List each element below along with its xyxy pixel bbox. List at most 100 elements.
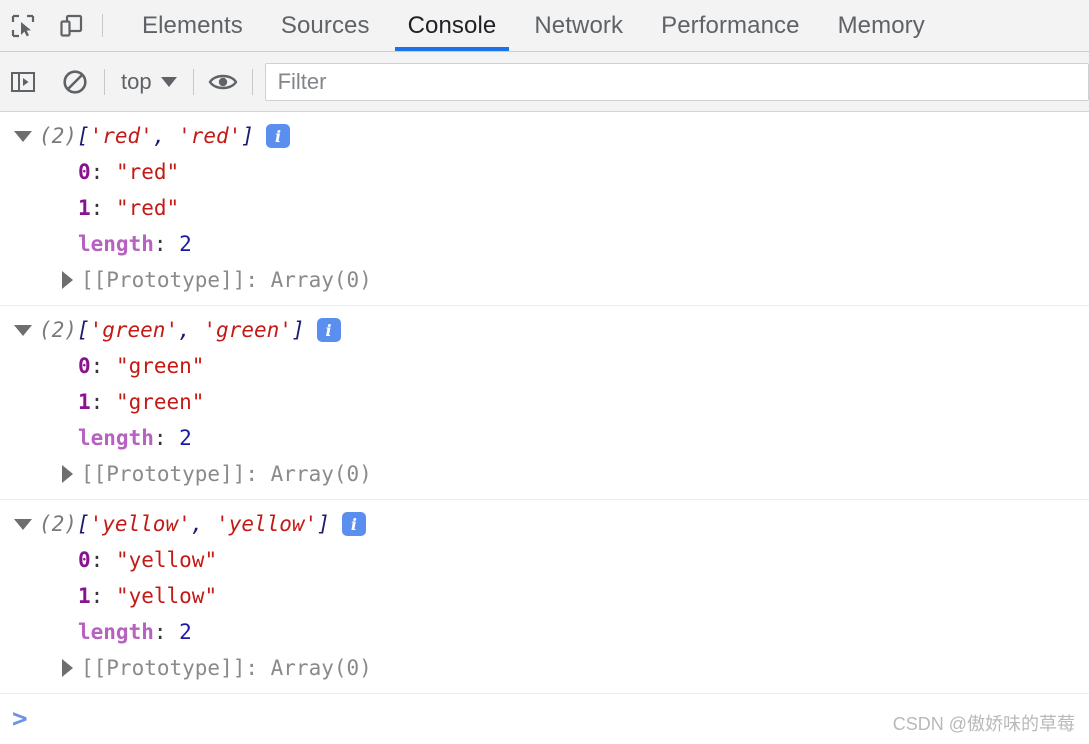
filter-placeholder: Filter <box>277 68 327 94</box>
array-count: (2) <box>39 124 77 148</box>
preview-separator: , <box>190 512 217 536</box>
prototype-row[interactable]: [[Prototype]]: Array(0) <box>0 650 1089 686</box>
array-count: (2) <box>39 318 77 342</box>
tab-sources[interactable]: Sources <box>262 0 389 51</box>
array-length-row: length : 2 <box>0 614 1089 650</box>
toolbar-divider-2 <box>192 68 194 95</box>
prototype-row[interactable]: [[Prototype]]: Array(0) <box>0 262 1089 298</box>
array-preview-row[interactable]: (2) [ 'green' , 'green' ] i <box>0 312 1089 348</box>
property-key: 0 <box>78 354 91 378</box>
info-badge-icon[interactable]: i <box>341 512 366 536</box>
property-colon: : <box>90 548 116 572</box>
info-badge-icon[interactable]: i <box>265 124 290 148</box>
array-property-row: 0 : "yellow" <box>0 542 1089 578</box>
property-value: "yellow" <box>115 584 218 608</box>
property-value: "green" <box>115 354 205 378</box>
tab-console[interactable]: Console <box>389 0 516 51</box>
array-length-row: length : 2 <box>0 226 1089 262</box>
inspect-element-icon[interactable] <box>6 9 40 43</box>
property-colon: : <box>153 620 180 644</box>
array-property-row: 0 : "green" <box>0 348 1089 384</box>
property-key: 0 <box>78 548 91 572</box>
array-property-row: 1 : "green" <box>0 384 1089 420</box>
length-value: 2 <box>179 620 192 644</box>
console-output: (2) [ 'red' , 'red' ] i 0 : "red" 1 : "r… <box>0 112 1089 694</box>
array-length-row: length : 2 <box>0 420 1089 456</box>
console-message: (2) [ 'green' , 'green' ] i 0 : "green" … <box>0 306 1089 500</box>
bracket-open: [ <box>76 124 90 148</box>
expand-triangle-right-icon[interactable] <box>62 465 73 483</box>
execution-context-select[interactable]: top <box>117 69 181 95</box>
tabbar-divider <box>102 14 103 37</box>
preview-item: 'green' <box>203 318 292 342</box>
bracket-close: ] <box>317 512 330 536</box>
array-preview-row[interactable]: (2) [ 'yellow' , 'yellow' ] i <box>0 506 1089 542</box>
length-key: length <box>78 426 154 450</box>
property-colon: : <box>90 160 116 184</box>
property-value: "red" <box>115 160 180 184</box>
devtools-tabs: Elements Sources Console Network Perform… <box>123 0 944 51</box>
bracket-open: [ <box>76 512 90 536</box>
property-colon: : <box>90 196 116 220</box>
show-console-sidebar-icon[interactable] <box>6 65 40 99</box>
property-colon: : <box>90 390 116 414</box>
expand-triangle-right-icon[interactable] <box>62 271 73 289</box>
length-value: 2 <box>179 426 192 450</box>
preview-item: 'red' <box>178 124 242 148</box>
expand-triangle-down-icon[interactable] <box>14 324 32 336</box>
tab-memory[interactable]: Memory <box>819 0 944 51</box>
property-colon: : <box>90 354 116 378</box>
devtools-tabbar: Elements Sources Console Network Perform… <box>0 0 1089 52</box>
length-key: length <box>78 620 154 644</box>
preview-item: 'red' <box>89 124 153 148</box>
property-value: "green" <box>115 390 205 414</box>
filter-input[interactable]: Filter <box>264 62 1089 101</box>
preview-separator: , <box>178 318 204 342</box>
tab-network[interactable]: Network <box>515 0 642 51</box>
preview-separator: , <box>152 124 179 148</box>
toolbar-divider-1 <box>104 68 105 95</box>
expand-triangle-down-icon[interactable] <box>14 130 32 142</box>
prompt-chevron-icon: > <box>12 704 28 734</box>
expand-triangle-right-icon[interactable] <box>62 659 73 677</box>
property-key: 0 <box>78 160 91 184</box>
clear-console-icon[interactable] <box>58 65 92 99</box>
tab-performance[interactable]: Performance <box>642 0 819 51</box>
toolbar-divider-3 <box>251 68 253 95</box>
live-expression-eye-icon[interactable] <box>206 65 240 99</box>
array-count: (2) <box>39 512 77 536</box>
property-colon: : <box>90 584 116 608</box>
property-value: "red" <box>115 196 180 220</box>
prototype-label: [[Prototype]]: Array(0) <box>81 462 372 486</box>
prototype-label: [[Prototype]]: Array(0) <box>81 656 372 680</box>
info-badge-icon[interactable]: i <box>316 318 341 342</box>
length-key: length <box>78 232 154 256</box>
console-message: (2) [ 'yellow' , 'yellow' ] i 0 : "yello… <box>0 500 1089 694</box>
preview-item: 'yellow' <box>216 512 318 536</box>
array-property-row: 1 : "yellow" <box>0 578 1089 614</box>
property-key: 1 <box>78 390 91 414</box>
array-preview-row[interactable]: (2) [ 'red' , 'red' ] i <box>0 118 1089 154</box>
console-message: (2) [ 'red' , 'red' ] i 0 : "red" 1 : "r… <box>0 112 1089 306</box>
bracket-close: ] <box>241 124 254 148</box>
property-key: 1 <box>78 196 91 220</box>
array-property-row: 1 : "red" <box>0 190 1089 226</box>
expand-triangle-down-icon[interactable] <box>14 518 32 530</box>
chevron-down-icon <box>160 76 177 87</box>
bracket-close: ] <box>291 318 305 342</box>
execution-context-value: top <box>121 68 152 94</box>
property-colon: : <box>153 232 180 256</box>
length-value: 2 <box>179 232 192 256</box>
property-value: "yellow" <box>115 548 218 572</box>
preview-item: 'yellow' <box>89 512 191 536</box>
console-toolbar: top Filter <box>0 52 1089 112</box>
tab-elements[interactable]: Elements <box>123 0 262 51</box>
device-toolbar-icon[interactable] <box>54 9 88 43</box>
property-colon: : <box>153 426 180 450</box>
bracket-open: [ <box>76 318 90 342</box>
console-prompt[interactable]: > CSDN @傲娇味的草莓 <box>0 694 1089 744</box>
prototype-label: [[Prototype]]: Array(0) <box>81 268 372 292</box>
prototype-row[interactable]: [[Prototype]]: Array(0) <box>0 456 1089 492</box>
array-property-row: 0 : "red" <box>0 154 1089 190</box>
property-key: 1 <box>78 584 91 608</box>
